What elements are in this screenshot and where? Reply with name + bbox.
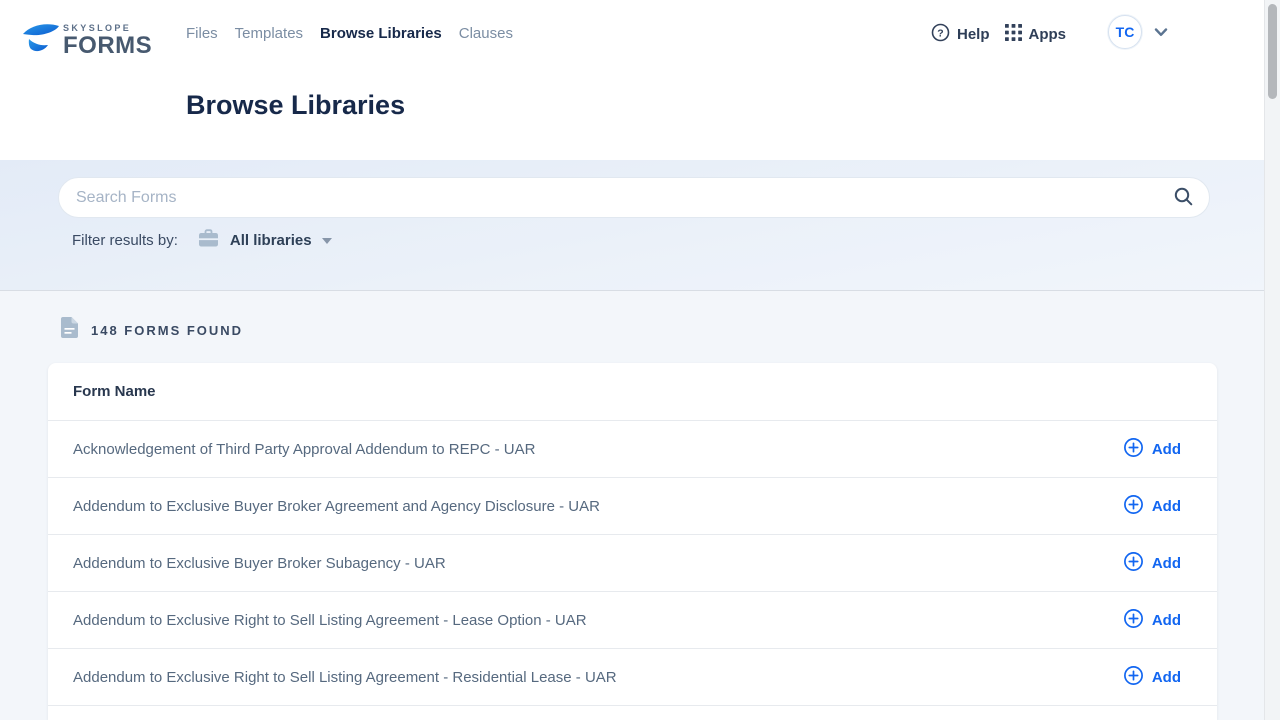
search-button[interactable]	[1173, 186, 1209, 210]
form-name: Acknowledgement of Third Party Approval …	[73, 441, 535, 458]
form-name: Addendum to Exclusive Right to Sell List…	[73, 669, 617, 686]
add-button[interactable]: Add	[1123, 494, 1181, 519]
plus-circle-icon	[1123, 551, 1144, 576]
header-actions: ? Help Apps TC	[931, 22, 1168, 46]
help-label: Help	[957, 26, 990, 43]
apps-grid-icon	[1005, 24, 1022, 45]
apps-button[interactable]: Apps	[1005, 24, 1067, 45]
add-button[interactable]: Add	[1123, 665, 1181, 690]
caret-down-icon	[322, 238, 332, 244]
table-row: Acknowledgement of Third Party Approval …	[48, 420, 1217, 477]
add-button[interactable]: Add	[1123, 551, 1181, 576]
avatar-initials: TC	[1116, 24, 1135, 40]
library-filter-dropdown[interactable]: All libraries	[198, 229, 332, 251]
results-count: 148 FORMS FOUND	[91, 323, 243, 338]
avatar[interactable]: TC	[1108, 15, 1142, 49]
page-scrollbar-thumb[interactable]	[1268, 4, 1277, 99]
plus-circle-icon	[1123, 494, 1144, 519]
form-name: Addendum to Exclusive Buyer Broker Subag…	[73, 555, 446, 572]
help-button[interactable]: ? Help	[931, 23, 990, 46]
form-name: Addendum to Exclusive Buyer Broker Agree…	[73, 498, 600, 515]
skyslope-swoosh-icon	[22, 20, 60, 63]
forms-table: Form Name Acknowledgement of Third Party…	[48, 363, 1217, 720]
question-circle-icon: ?	[931, 23, 950, 46]
selected-library: All libraries	[230, 232, 312, 249]
page-scrollbar-track[interactable]	[1264, 0, 1280, 720]
table-row: Addendum to Exclusive Buyer Broker Subag…	[48, 534, 1217, 591]
add-label: Add	[1152, 555, 1181, 572]
main-nav: Files Templates Browse Libraries Clauses	[186, 25, 513, 42]
table-row: Addendum to Exclusive Right to Sell List…	[48, 648, 1217, 705]
search-input[interactable]	[59, 189, 1173, 207]
logo-forms-text: FORMS	[63, 34, 152, 58]
filter-label: Filter results by:	[72, 232, 178, 249]
add-label: Add	[1152, 612, 1181, 629]
briefcase-icon	[198, 229, 219, 251]
add-label: Add	[1152, 441, 1181, 458]
table-row: Addendum to Exclusive Right to Sell List…	[48, 591, 1217, 648]
add-button[interactable]: Add	[1123, 608, 1181, 633]
search-icon	[1173, 186, 1194, 210]
results-count-row: 148 FORMS FOUND	[61, 317, 243, 343]
form-name: Addendum to Exclusive Right to Sell List…	[73, 612, 587, 629]
filter-row: Filter results by: All libraries	[72, 228, 332, 252]
nav-item-files[interactable]: Files	[186, 25, 218, 42]
page-title: Browse Libraries	[186, 90, 405, 121]
add-button[interactable]: Add	[1123, 437, 1181, 462]
plus-circle-icon	[1123, 665, 1144, 690]
table-header-row: Form Name	[48, 363, 1217, 420]
document-icon	[61, 317, 78, 343]
logo-link[interactable]: SKYSLOPE FORMS	[22, 20, 152, 63]
apps-label: Apps	[1029, 26, 1067, 43]
nav-item-clauses[interactable]: Clauses	[459, 25, 513, 42]
add-label: Add	[1152, 498, 1181, 515]
nav-item-browse-libraries[interactable]: Browse Libraries	[320, 25, 442, 42]
app-header: SKYSLOPE FORMS Files Templates Browse Li…	[0, 0, 1280, 160]
plus-circle-icon	[1123, 437, 1144, 462]
plus-circle-icon	[1123, 608, 1144, 633]
user-menu-chevron-down-icon[interactable]	[1154, 28, 1168, 37]
form-name-column-header: Form Name	[73, 383, 156, 400]
search-section: Filter results by: All libraries	[0, 160, 1280, 291]
table-row: Addendum to Exclusive Buyer Broker Agree…	[48, 477, 1217, 534]
add-label: Add	[1152, 669, 1181, 686]
nav-item-templates[interactable]: Templates	[235, 25, 303, 42]
logo-wordmark: SKYSLOPE FORMS	[63, 20, 152, 58]
search-bar	[58, 177, 1210, 218]
svg-text:?: ?	[937, 27, 943, 39]
table-row-partial	[48, 705, 1217, 720]
